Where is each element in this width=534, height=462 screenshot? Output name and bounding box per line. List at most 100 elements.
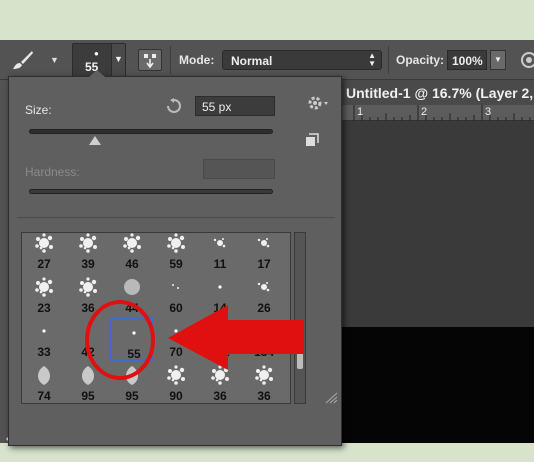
ruler-ticks [353,105,531,121]
brush-tip-icon [126,366,138,385]
brush-preset-size-label: 60 [169,301,183,315]
brush-preset-item[interactable]: 36 [198,361,242,403]
brush-preset-item[interactable]: 33 [22,317,66,361]
brush-preset-size-label: 36 [257,389,271,403]
brush-tip-icon [255,365,273,385]
hardness-input [203,159,275,179]
opacity-dropdown-button[interactable]: ▼ [490,50,506,70]
chevron-down-icon[interactable]: ▼ [111,44,125,76]
brush-tip-icon [35,233,53,253]
brush-preset-size-label: 74 [37,389,51,403]
brush-tip-icon [218,285,222,289]
divider [170,46,171,74]
divider [17,217,335,218]
brush-preset-item[interactable]: 74 [22,361,66,403]
brush-preset-size-label: 17 [257,257,271,271]
brush-preset-size-label: 36 [81,301,95,315]
options-bar: ▼ ● 55 ▼ Mode: Normal ▲ ▼ Opacity: 100% ▼ [0,40,534,80]
size-slider[interactable] [29,129,273,134]
brush-preset-size-label: 11 [213,257,227,271]
brush-preset-size-label: 90 [169,389,183,403]
brush-tip-icon [42,329,46,333]
new-preset-icon[interactable] [305,133,319,147]
document-tab[interactable]: Untitled-1 @ 16.7% (Layer 2, [340,80,534,104]
brush-preset-item[interactable]: 11 [198,233,242,273]
brush-tip-icon [211,365,229,385]
opacity-label: Opacity: [396,53,445,67]
brush-tip-icon [211,321,229,341]
brush-preset-item[interactable]: 55 [110,317,154,361]
brush-preset-item[interactable]: 14 [198,273,242,317]
reset-size-icon[interactable] [166,98,182,114]
brush-preset-item[interactable]: 90 [154,361,198,403]
brush-preset-item[interactable]: 36 [242,361,286,403]
brush-preset-item[interactable]: 42 [66,317,110,361]
brush-preset-size-label: 95 [81,389,95,403]
brush-preset-item[interactable]: 17 [242,233,286,273]
brush-preset-size-label: 46 [125,257,139,271]
opacity-input[interactable]: 100% [447,50,487,70]
horizontal-ruler: 1 2 3 [340,105,534,121]
brush-preset-item[interactable]: 26 [242,273,286,317]
brush-tip-icon [82,366,94,385]
gear-icon[interactable] [305,93,331,113]
brush-preset-item[interactable]: 39 [66,233,110,273]
ruler-tick-label: 1 [357,106,364,118]
brush-preset-item[interactable]: 59 [154,233,198,273]
brush-preset-item[interactable]: 70 [154,317,198,361]
ruler-tick-label: 2 [421,106,428,118]
brush-preset-size-label: 39 [81,257,95,271]
brush-preset-panel: Size: 55 px Hardness: 27 39 46 59 11 17 23 36 44… [8,70,342,446]
brush-preset-item[interactable]: 46 [110,233,154,273]
brush-tip-icon [172,284,179,289]
mode-select[interactable]: Normal ▲ ▼ [222,50,382,70]
brush-preset-size-label: 36 [213,389,227,403]
brush-preset-size-label: 44 [125,301,139,315]
brush-preset-item[interactable]: 95 [66,361,110,403]
brush-tip-icon [257,282,270,292]
panel-pointer [89,70,105,77]
brush-preset-size-label: 70 [169,345,183,359]
size-slider-thumb[interactable] [88,136,101,145]
brush-preset-item[interactable]: 23 [22,273,66,317]
brush-tip-icon [38,366,50,385]
brush-preset-item[interactable]: 27 [22,233,66,273]
brush-preset-size-label: 95 [125,389,139,403]
brush-preset-size-label: 26 [257,301,271,315]
brush-tip-icon [213,238,226,248]
preset-scrollbar[interactable] [294,232,306,404]
brush-preset-size-label: 59 [169,257,183,271]
brush-preset-item[interactable]: 134 [242,317,286,361]
brush-preset-item[interactable]: 44 [110,273,154,317]
mode-label: Mode: [179,53,215,67]
size-input[interactable]: 55 px [195,96,275,116]
airbrush-toggle-icon[interactable] [520,50,534,70]
scrollbar-thumb[interactable] [297,349,303,369]
brush-preset-size-label: 27 [37,257,51,271]
brush-preset-size-label: 42 [81,345,95,359]
brush-preset-item[interactable]: 95 [110,361,154,403]
brush-tip-icon [35,277,53,297]
brush-tip-icon [174,329,178,333]
brush-preset-grid: 27 39 46 59 11 17 23 36 44 60 14 26 33 42 55 70 112 134 74… [21,232,291,404]
brush-tip-icon [123,233,141,253]
brush-panel-toggle-button[interactable] [138,49,162,71]
brush-tip-icon [86,329,90,333]
brush-preset-item[interactable]: 36 [66,273,110,317]
canvas-pasteboard[interactable] [340,121,534,327]
brush-panel-icon [144,54,156,69]
brush-tip-preview-icon: ● [94,49,99,58]
brush-tip-icon [79,277,97,297]
brush-tip-icon [167,233,185,253]
hardness-slider [29,189,273,194]
brush-tool-icon[interactable] [12,50,34,70]
resize-grip-icon[interactable] [324,392,338,404]
tool-preset-caret-icon[interactable]: ▼ [50,55,59,65]
brush-tip-icon [132,331,136,335]
brush-tip-icon [124,279,140,295]
brush-tip-icon [257,238,270,248]
brush-preset-item[interactable]: 60 [154,273,198,317]
brush-preset-item[interactable]: 112 [198,317,242,361]
divider [388,46,389,74]
brush-preset-size-label: 23 [37,301,51,315]
